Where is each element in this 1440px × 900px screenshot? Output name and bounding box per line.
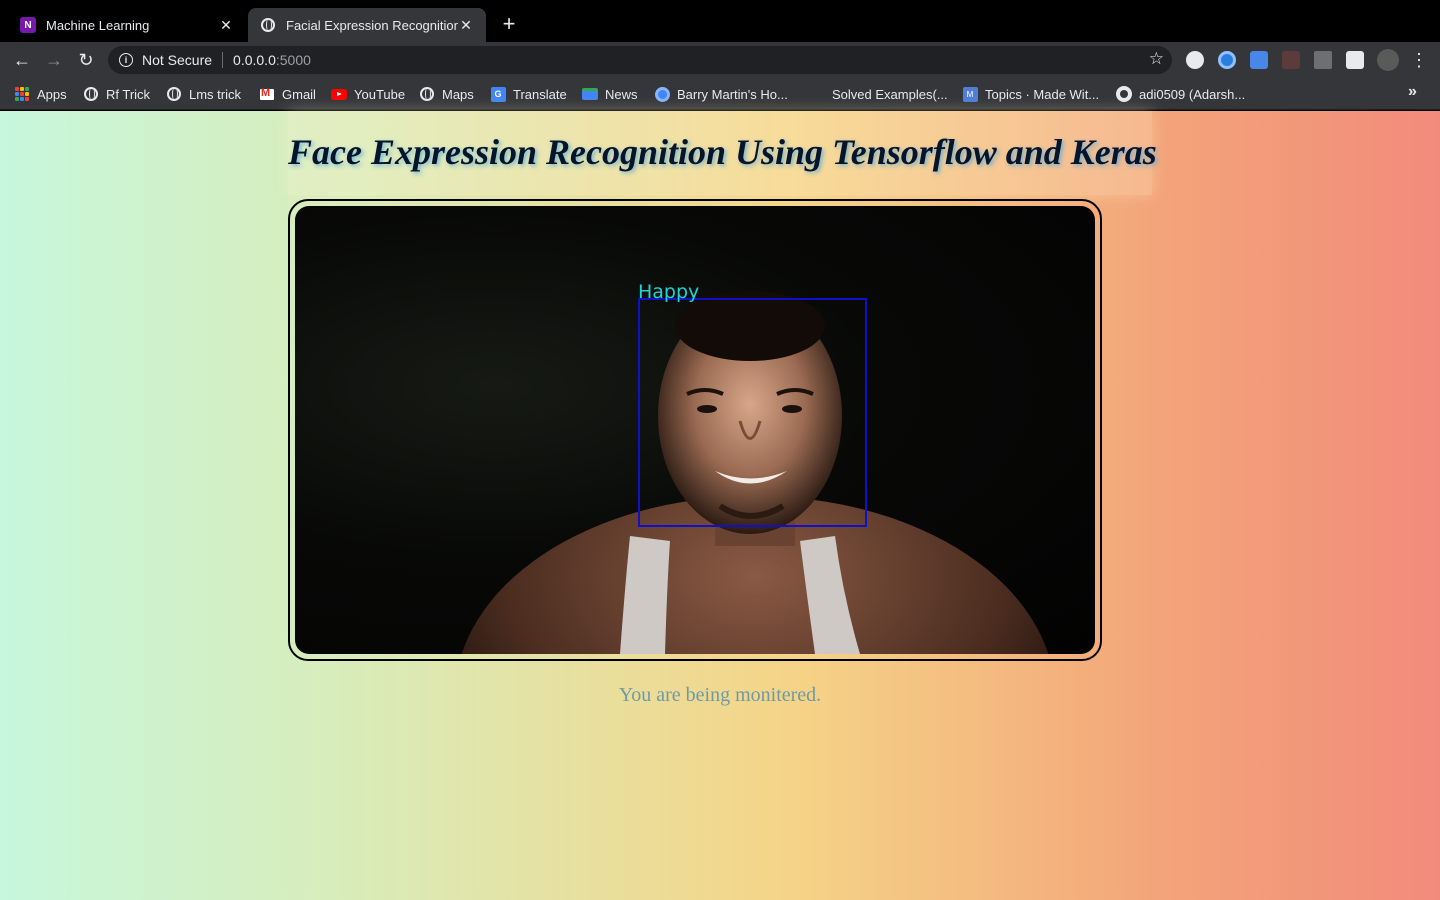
tab-title: Facial Expression Recognition [286, 17, 458, 33]
close-tab-icon[interactable]: ✕ [218, 17, 234, 33]
bookmark-label: Apps [37, 86, 67, 102]
bookmark-gmail[interactable]: Gmail [259, 85, 316, 103]
bookmark-apps[interactable]: Apps [14, 85, 67, 103]
topics-icon: M [962, 86, 978, 102]
globe-icon [166, 86, 182, 102]
heading-container: Face Expression Recognition Using Tensor… [288, 111, 1157, 195]
bookmark-translate[interactable]: G Translate [490, 85, 567, 103]
webcam-video-feed: Happy [295, 206, 1095, 654]
extension-icon[interactable] [1218, 51, 1236, 69]
forward-button[interactable]: → [42, 48, 66, 72]
youtube-icon [331, 86, 347, 102]
tab-facial-expression-recognition[interactable]: Facial Expression Recognition ✕ [248, 8, 486, 42]
globe-icon [83, 86, 99, 102]
news-icon [582, 86, 598, 102]
bookmark-rf-trick[interactable]: Rf Trick [83, 85, 150, 103]
bookmark-label: News [605, 86, 638, 102]
bookmark-label: Maps [442, 86, 474, 102]
github-icon [1116, 86, 1132, 102]
extensions-puzzle-icon[interactable] [1346, 51, 1364, 69]
bookmark-github-adi0509[interactable]: adi0509 (Adarsh... [1116, 85, 1245, 103]
extension-icon[interactable] [1282, 51, 1300, 69]
onenote-icon: N [20, 17, 36, 33]
tab-strip: N Machine Learning ✕ Facial Expression R… [0, 0, 1440, 42]
close-tab-icon[interactable]: ✕ [458, 17, 474, 33]
page-content: Face Expression Recognition Using Tensor… [0, 111, 1440, 900]
bookmark-youtube[interactable]: YouTube [331, 85, 405, 103]
page-title: Face Expression Recognition Using Tensor… [288, 132, 1157, 172]
translate-icon: G [490, 86, 506, 102]
video-frame: Happy [288, 199, 1102, 661]
bookmark-label: Translate [513, 86, 567, 102]
bookmark-label: YouTube [354, 86, 406, 102]
face-detection-box [638, 298, 867, 527]
tab-title: Machine Learning [46, 17, 150, 33]
address-bar[interactable]: i Not Secure 0.0.0.0:5000 ☆ [108, 46, 1172, 74]
expression-label: Happy [638, 281, 700, 303]
tab-machine-learning[interactable]: N Machine Learning ✕ [8, 8, 246, 42]
extension-icon[interactable] [1186, 51, 1204, 69]
profile-avatar[interactable] [1377, 49, 1399, 71]
bookmark-label: adi0509 (Adarsh... [1139, 86, 1246, 102]
globe-icon [260, 17, 276, 33]
bookmark-label: Lms trick [189, 86, 241, 102]
back-button[interactable]: ← [10, 48, 34, 72]
globe-icon [419, 86, 435, 102]
apps-grid-icon [14, 86, 30, 102]
bookmarks-bar: Apps Rf Trick Lms trick Gmail YouTube Ma… [0, 78, 1440, 110]
bookmark-label: Barry Martin's Ho... [677, 86, 788, 102]
bookmark-solved-examples[interactable]: Solved Examples(... [832, 85, 948, 103]
bookmark-label: Topics · Made Wit... [985, 86, 1100, 102]
google-cloud-icon [654, 86, 670, 102]
browser-menu-icon[interactable]: ⋮ [1410, 48, 1428, 72]
browser-toolbar: ← → ↻ i Not Secure 0.0.0.0:5000 ☆ ⋮ [0, 42, 1440, 78]
bookmark-label: Solved Examples(... [832, 86, 948, 102]
url-host[interactable]: 0.0.0.0 [233, 52, 276, 68]
translate-extension-icon[interactable] [1250, 51, 1268, 69]
bookmark-label: Rf Trick [106, 86, 151, 102]
reload-button[interactable]: ↻ [74, 48, 98, 72]
url-port[interactable]: :5000 [276, 52, 311, 68]
more-bookmarks-chevron-icon[interactable]: » [1408, 83, 1417, 101]
extension-icon[interactable] [1314, 51, 1332, 69]
bookmark-barry-martin[interactable]: Barry Martin's Ho... [654, 85, 788, 103]
new-tab-button[interactable]: + [498, 13, 520, 35]
info-icon[interactable]: i [119, 53, 133, 67]
security-label[interactable]: Not Secure [142, 52, 212, 68]
bookmark-news[interactable]: News [582, 85, 638, 103]
status-text: You are being monitered. [618, 684, 822, 706]
bookmark-label: Gmail [282, 86, 316, 102]
bookmark-star-icon[interactable]: ☆ [1149, 49, 1164, 69]
divider [222, 52, 224, 68]
bookmark-topics[interactable]: M Topics · Made Wit... [962, 85, 1099, 103]
bookmark-maps[interactable]: Maps [419, 85, 474, 103]
bookmark-lms-trick[interactable]: Lms trick [166, 85, 241, 103]
gmail-icon [259, 86, 275, 102]
